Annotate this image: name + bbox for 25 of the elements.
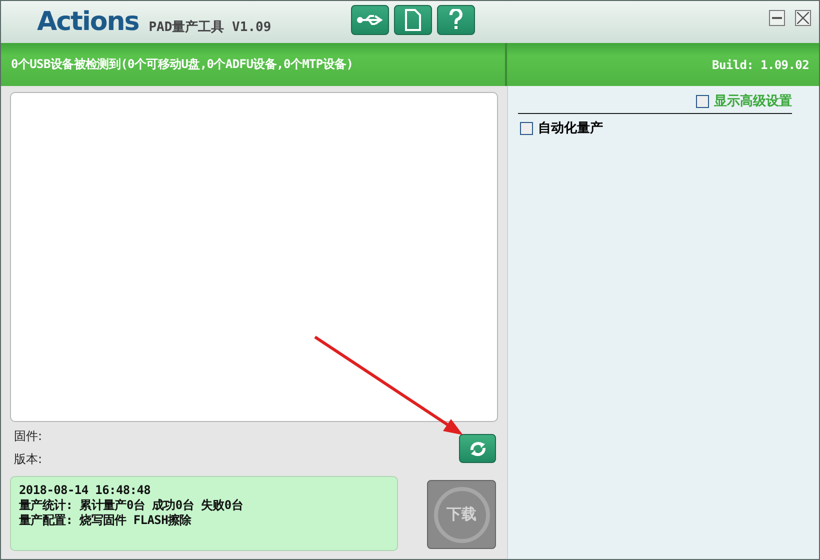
- refresh-icon: [468, 440, 486, 456]
- log-line: 量产统计: 累计量产0台 成功0台 失败0台: [19, 498, 244, 513]
- document-icon: [405, 9, 422, 31]
- option-checkbox[interactable]: 自动化量产: [520, 119, 792, 137]
- build-version: Build: 1.09.02: [712, 58, 809, 72]
- question-icon: [449, 9, 464, 31]
- logo: Actions: [37, 7, 139, 37]
- log-line: 量产配置: 烧写固件 FLASH擦除: [19, 513, 192, 528]
- minimize-button[interactable]: [769, 10, 785, 26]
- file-button[interactable]: [394, 5, 432, 35]
- minimize-icon: [772, 17, 782, 19]
- device-status: 0个USB设备被检测到(0个可移动U盘,0个ADFU设备,0个MTP设备): [11, 56, 354, 73]
- refresh-button[interactable]: [459, 434, 496, 463]
- checkbox[interactable]: [696, 94, 709, 108]
- firmware-label: 固件:: [14, 428, 42, 445]
- usb-button[interactable]: [351, 5, 390, 35]
- usb-icon: [357, 14, 384, 26]
- help-button[interactable]: [437, 5, 476, 35]
- close-icon: [797, 12, 809, 24]
- version-label: 版本:: [14, 451, 42, 468]
- window-title: PAD量产工具 V1.09: [148, 18, 272, 36]
- close-button[interactable]: [795, 10, 811, 26]
- checkbox[interactable]: [520, 122, 533, 134]
- log-line: 2018-08-14 16:48:48: [19, 483, 152, 498]
- advanced-settings-checkbox[interactable]: 显示高级设置: [696, 92, 792, 110]
